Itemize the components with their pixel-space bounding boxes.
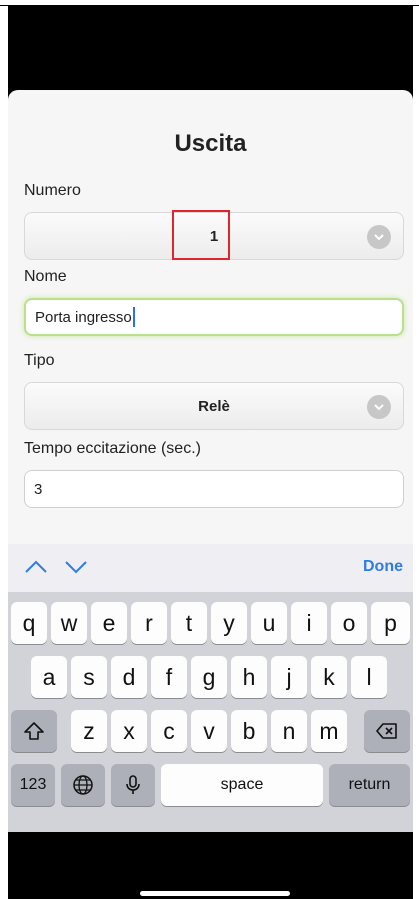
done-button[interactable]: Done [363,558,403,576]
bottom-bar [8,832,413,899]
page-title: Uscita [174,130,247,157]
nome-label: Nome [24,268,67,285]
chevron-down-icon[interactable] [64,558,88,576]
chevron-down-icon [367,225,391,249]
key-x[interactable]: x [111,710,147,752]
numero-label: Numero [24,182,81,199]
key-o[interactable]: o [331,602,367,644]
microphone-icon [126,775,140,794]
text-caret [132,307,135,327]
output-form-sheet: Uscita Numero 1 Nome Porta ingresso Tipo… [8,90,413,544]
key-n[interactable]: n [271,710,307,752]
chevron-up-icon[interactable] [24,558,48,576]
highlight-box [172,210,230,260]
key-v[interactable]: v [191,710,227,752]
tipo-label: Tipo [24,352,55,369]
key-e[interactable]: e [91,602,127,644]
key-j[interactable]: j [271,656,307,698]
globe-icon [73,775,93,795]
tipo-select[interactable]: Relè [24,382,404,430]
key-p[interactable]: p [371,602,410,644]
nome-input[interactable]: Porta ingresso [24,298,404,336]
dictation-key[interactable] [111,764,155,806]
tempo-value: 3 [34,480,43,498]
key-r[interactable]: r [131,602,167,644]
backspace-key[interactable] [364,710,410,752]
globe-key[interactable] [61,764,105,806]
phone-screen: Uscita Numero 1 Nome Porta ingresso Tipo… [8,6,413,899]
key-u[interactable]: u [251,602,287,644]
key-l[interactable]: l [351,656,387,698]
key-t[interactable]: t [171,602,207,644]
tipo-value: Relè [198,397,230,415]
return-key[interactable]: return [329,764,410,806]
key-f[interactable]: f [151,656,187,698]
space-key[interactable]: space [161,764,323,806]
shift-icon [24,722,44,740]
tempo-input[interactable]: 3 [24,470,404,508]
key-q[interactable]: q [11,602,47,644]
key-s[interactable]: s [71,656,107,698]
home-indicator[interactable] [140,891,290,896]
key-i[interactable]: i [291,602,327,644]
key-d[interactable]: d [111,656,147,698]
key-c[interactable]: c [151,710,187,752]
key-m[interactable]: m [311,710,347,752]
nome-value: Porta ingresso [35,308,132,326]
key-k[interactable]: k [311,656,347,698]
keyboard-accessory-bar: Done [8,544,413,592]
key-a[interactable]: a [31,656,67,698]
key-w[interactable]: w [51,602,87,644]
key-z[interactable]: z [71,710,107,752]
backspace-icon [376,723,397,739]
key-y[interactable]: y [211,602,247,644]
numbers-key[interactable]: 123 [11,764,55,806]
chevron-down-icon [367,395,391,419]
tempo-label: Tempo eccitazione (sec.) [24,440,201,457]
key-h[interactable]: h [231,656,267,698]
key-g[interactable]: g [191,656,227,698]
key-b[interactable]: b [231,710,267,752]
shift-key[interactable] [11,710,57,752]
keyboard: q w e r t y u i o p a s d f g h j k l z … [8,592,413,832]
